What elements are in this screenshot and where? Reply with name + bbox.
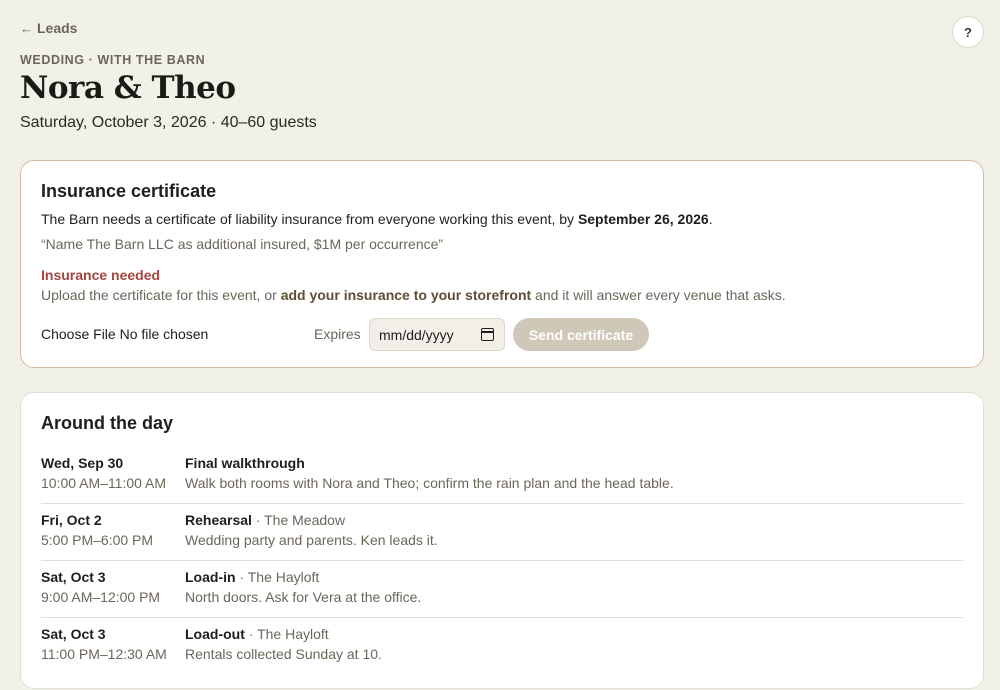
certificate-file-input[interactable]: Choose File No file chosen: [41, 326, 208, 342]
around-the-day-card: Around the day Wed, Sep 30 10:00 AM–11:0…: [20, 392, 984, 689]
schedule-item: Sat, Oct 3 9:00 AM–12:00 PM Load-in · Th…: [41, 561, 963, 618]
schedule-time: 9:00 AM–12:00 PM: [41, 589, 161, 605]
schedule-event-name: Load-out: [185, 626, 245, 642]
schedule-item: Sat, Oct 3 11:00 PM–12:30 AM Load-out · …: [41, 618, 963, 675]
insurance-card-title: Insurance certificate: [41, 181, 217, 201]
calendar-icon[interactable]: [481, 328, 494, 341]
schedule-event-place: · The Hayloft: [244, 626, 329, 642]
insurance-card: Insurance certificate The Barn needs a c…: [20, 160, 984, 368]
schedule-event-name: Final walkthrough: [185, 455, 305, 471]
schedule-description: Wedding party and parents. Ken leads it.: [185, 532, 438, 548]
schedule-event-place: · The Meadow: [251, 512, 346, 528]
back-arrow-icon: ←: [20, 21, 33, 36]
schedule-time: 11:00 PM–12:30 AM: [41, 646, 167, 662]
schedule-description: North doors. Ask for Vera at the office.: [185, 589, 422, 605]
send-certificate-button[interactable]: Send certificate: [513, 318, 649, 351]
insurance-help-text: Upload the certificate for this event, o…: [41, 287, 786, 303]
schedule-title: Load-out · The Hayloft: [185, 626, 329, 642]
schedule-description: Rentals collected Sunday at 10.: [185, 646, 382, 662]
schedule-item: Fri, Oct 2 5:00 PM–6:00 PM Rehearsal · T…: [41, 504, 963, 561]
schedule-date: Wed, Sep 30: [41, 455, 124, 471]
date-placeholder: mm/dd/yyyy: [379, 326, 454, 343]
expires-label: Expires: [314, 326, 361, 342]
schedule-event-name: Load-in: [185, 569, 236, 585]
schedule-description: Walk both rooms with Nora and Theo; conf…: [185, 475, 674, 491]
schedule-item: Wed, Sep 30 10:00 AM–11:00 AM Final walk…: [41, 447, 963, 504]
schedule-list: Wed, Sep 30 10:00 AM–11:00 AM Final walk…: [41, 447, 963, 675]
insurance-status: Insurance needed: [41, 267, 161, 283]
insurance-request-prefix: The Barn needs a certificate of liabilit…: [41, 211, 578, 227]
insurance-help-suffix: and it will answer every venue that asks…: [531, 287, 786, 303]
schedule-date: Sat, Oct 3: [41, 626, 106, 642]
event-date-guests: Saturday, October 3, 2026 · 40–60 guests: [20, 114, 317, 131]
page-title: Nora & Theo: [20, 70, 236, 106]
insurance-deadline: September 26, 2026: [577, 211, 709, 227]
event-type-label: WEDDING · WITH THE BARN: [20, 53, 206, 67]
schedule-date: Sat, Oct 3: [41, 569, 106, 585]
back-link-label: Leads: [37, 20, 78, 36]
schedule-time: 10:00 AM–11:00 AM: [41, 475, 167, 491]
around-the-day-title: Around the day: [41, 413, 174, 433]
schedule-event-name: Rehearsal: [185, 512, 252, 528]
back-to-leads-link[interactable]: ← Leads: [20, 20, 77, 36]
schedule-title: Load-in · The Hayloft: [185, 569, 319, 585]
schedule-title: Final walkthrough: [185, 455, 305, 471]
add-insurance-to-storefront-link[interactable]: add your insurance to your storefront: [281, 287, 531, 303]
insurance-requirement-quote: “Name The Barn LLC as additional insured…: [41, 236, 444, 252]
insurance-request-text: The Barn needs a certificate of liabilit…: [41, 211, 713, 227]
schedule-title: Rehearsal · The Meadow: [185, 512, 345, 528]
help-button[interactable]: ?: [952, 16, 984, 48]
schedule-event-place: · The Hayloft: [235, 569, 320, 585]
schedule-time: 5:00 PM–6:00 PM: [41, 532, 154, 548]
insurance-help-prefix: Upload the certificate for this event, o…: [41, 287, 281, 303]
expires-date-input[interactable]: mm/dd/yyyy: [369, 318, 505, 351]
schedule-date: Fri, Oct 2: [41, 512, 102, 528]
insurance-request-suffix: .: [708, 211, 713, 227]
